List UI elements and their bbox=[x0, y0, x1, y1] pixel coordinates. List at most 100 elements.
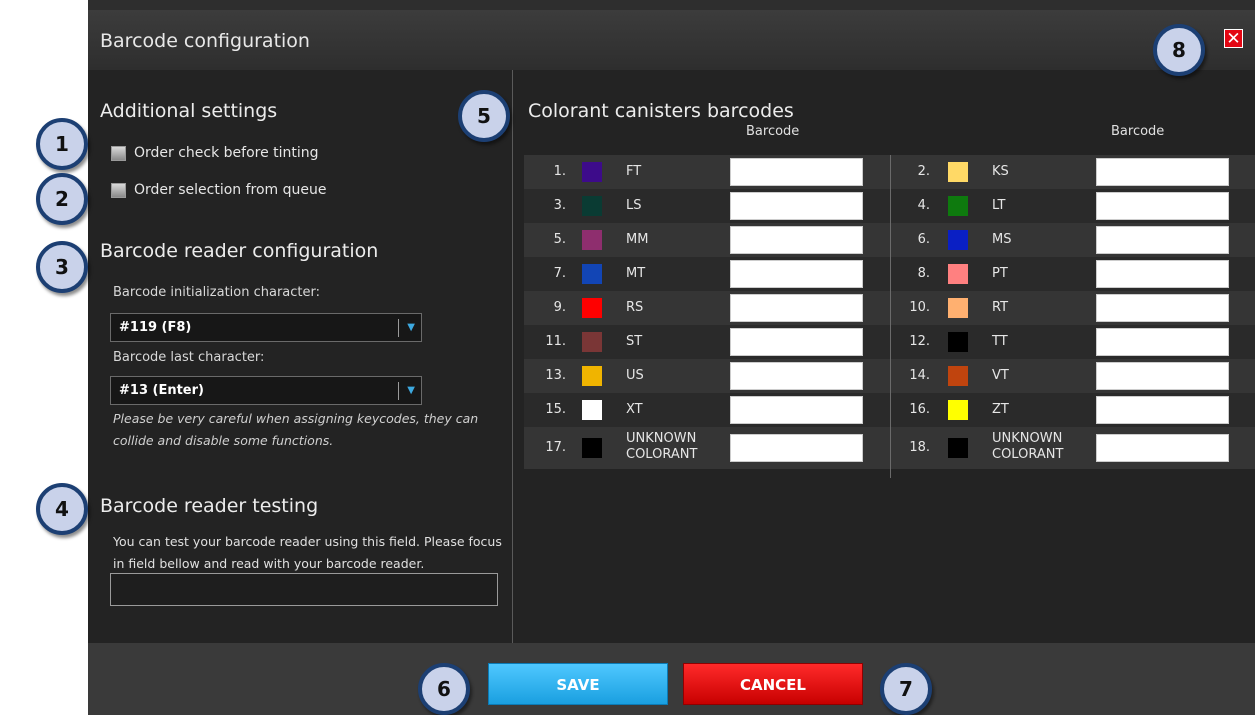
column-divider bbox=[890, 155, 891, 478]
colorant-name: LS bbox=[626, 198, 642, 213]
last-char-select[interactable]: #13 (Enter) ▼ bbox=[110, 376, 422, 405]
barcode-input[interactable] bbox=[730, 158, 863, 186]
callout-marker-4: 4 bbox=[36, 483, 88, 535]
colorant-name: TT bbox=[992, 334, 1008, 349]
colorant-name: ST bbox=[626, 334, 643, 349]
colorant-swatch bbox=[948, 400, 968, 420]
order-check-label: Order check before tinting bbox=[134, 145, 319, 161]
barcode-input[interactable] bbox=[730, 192, 863, 220]
chevron-down-icon[interactable]: ▼ bbox=[407, 385, 415, 396]
title-bar: Barcode configuration ✕ bbox=[88, 10, 1255, 70]
window-top-edge bbox=[88, 0, 1255, 10]
barcode-test-input[interactable] bbox=[110, 573, 498, 606]
colorant-number: 14. bbox=[909, 368, 930, 383]
colorant-name: UNKNOWN COLORANT bbox=[626, 431, 698, 462]
settings-panel: Additional settings Order check before t… bbox=[88, 70, 512, 643]
colorant-swatch bbox=[948, 196, 968, 216]
colorant-name: MS bbox=[992, 232, 1012, 247]
colorant-name: MM bbox=[626, 232, 649, 247]
colorant-swatch bbox=[948, 162, 968, 182]
cancel-button[interactable]: CANCEL bbox=[683, 663, 863, 705]
colorant-name: XT bbox=[626, 402, 643, 417]
colorant-swatch bbox=[948, 230, 968, 250]
additional-settings-heading: Additional settings bbox=[100, 100, 278, 122]
colorant-number: 5. bbox=[553, 232, 566, 247]
last-char-value: #13 (Enter) bbox=[119, 383, 204, 398]
colorant-number: 8. bbox=[917, 266, 930, 281]
colorant-name: PT bbox=[992, 266, 1008, 281]
colorant-swatch bbox=[582, 264, 602, 284]
colorant-number: 12. bbox=[909, 334, 930, 349]
barcode-input[interactable] bbox=[1096, 226, 1229, 254]
colorant-number: 18. bbox=[909, 440, 930, 455]
colorant-swatch bbox=[582, 438, 602, 458]
callout-marker-6: 6 bbox=[418, 663, 470, 715]
order-check-row[interactable]: Order check before tinting bbox=[111, 145, 319, 161]
barcode-input[interactable] bbox=[730, 294, 863, 322]
select-separator bbox=[398, 382, 399, 400]
colorant-swatch bbox=[582, 332, 602, 352]
barcode-input[interactable] bbox=[1096, 328, 1229, 356]
barcode-input[interactable] bbox=[1096, 192, 1229, 220]
dialog-title: Barcode configuration bbox=[100, 30, 310, 52]
colorant-number: 1. bbox=[553, 164, 566, 179]
close-icon[interactable]: ✕ bbox=[1224, 29, 1243, 49]
barcode-input[interactable] bbox=[730, 328, 863, 356]
barcode-input[interactable] bbox=[1096, 294, 1229, 322]
barcode-input[interactable] bbox=[730, 226, 863, 254]
barcode-input[interactable] bbox=[730, 396, 863, 424]
colorant-name: RS bbox=[626, 300, 644, 315]
barcode-input[interactable] bbox=[730, 260, 863, 288]
colorant-number: 17. bbox=[545, 440, 566, 455]
colorant-name: FT bbox=[626, 164, 642, 179]
barcode-input[interactable] bbox=[1096, 362, 1229, 390]
panel-divider bbox=[512, 70, 513, 643]
colorant-swatch bbox=[948, 298, 968, 318]
testing-instructions: You can test your barcode reader using t… bbox=[113, 534, 502, 571]
barcode-reader-config-heading: Barcode reader configuration bbox=[100, 240, 379, 262]
colorant-number: 16. bbox=[909, 402, 930, 417]
colorant-number: 10. bbox=[909, 300, 930, 315]
barcode-input[interactable] bbox=[730, 434, 863, 462]
init-char-select[interactable]: #119 (F8) ▼ bbox=[110, 313, 422, 342]
colorant-number: 9. bbox=[553, 300, 566, 315]
colorant-name: MT bbox=[626, 266, 646, 281]
barcode-column-header-left: Barcode bbox=[746, 124, 800, 139]
callout-marker-7: 7 bbox=[880, 663, 932, 715]
barcode-input[interactable] bbox=[1096, 158, 1229, 186]
barcode-input[interactable] bbox=[1096, 260, 1229, 288]
colorant-swatch bbox=[582, 230, 602, 250]
colorant-name: RT bbox=[992, 300, 1009, 315]
init-char-value: #119 (F8) bbox=[119, 320, 192, 335]
keycode-warning: Please be very careful when assigning ke… bbox=[113, 411, 479, 448]
barcode-configuration-dialog: Barcode configuration ✕ Additional setti… bbox=[88, 10, 1255, 715]
barcode-reader-testing-heading: Barcode reader testing bbox=[100, 495, 319, 517]
barcode-input[interactable] bbox=[1096, 396, 1229, 424]
callout-marker-3: 3 bbox=[36, 241, 88, 293]
colorant-swatch bbox=[948, 264, 968, 284]
colorant-swatch bbox=[582, 196, 602, 216]
order-selection-row[interactable]: Order selection from queue bbox=[111, 182, 327, 198]
colorant-swatch bbox=[948, 332, 968, 352]
colorant-name: KS bbox=[992, 164, 1009, 179]
colorant-swatch bbox=[582, 400, 602, 420]
colorant-number: 6. bbox=[917, 232, 930, 247]
colorant-number: 11. bbox=[545, 334, 566, 349]
callout-marker-5: 5 bbox=[458, 90, 510, 142]
save-button[interactable]: SAVE bbox=[488, 663, 668, 705]
order-selection-checkbox[interactable] bbox=[111, 182, 126, 198]
colorant-swatch bbox=[948, 438, 968, 458]
callout-marker-1: 1 bbox=[36, 118, 88, 170]
barcode-input[interactable] bbox=[1096, 434, 1229, 462]
chevron-down-icon[interactable]: ▼ bbox=[407, 322, 415, 333]
colorant-name: US bbox=[626, 368, 644, 383]
colorant-number: 3. bbox=[553, 198, 566, 213]
colorant-name: ZT bbox=[992, 402, 1009, 417]
order-selection-label: Order selection from queue bbox=[134, 182, 327, 198]
order-check-checkbox[interactable] bbox=[111, 145, 126, 161]
select-separator bbox=[398, 319, 399, 337]
colorant-number: 2. bbox=[917, 164, 930, 179]
barcode-input[interactable] bbox=[730, 362, 863, 390]
colorant-swatch bbox=[582, 298, 602, 318]
barcode-column-header-right: Barcode bbox=[1111, 124, 1165, 139]
